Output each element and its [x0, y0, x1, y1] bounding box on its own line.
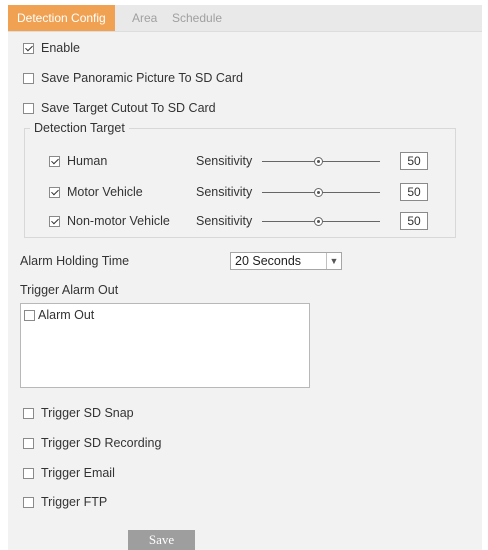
save-panoramic-row[interactable]: Save Panoramic Picture To SD Card [23, 71, 243, 85]
save-target-cutout-label: Save Target Cutout To SD Card [41, 101, 216, 115]
sensitivity-label: Sensitivity [196, 214, 253, 228]
alarm-holding-time-label: Alarm Holding Time [20, 254, 129, 268]
trigger-sd-snap-checkbox[interactable] [23, 407, 34, 419]
alarm-holding-time-text: Alarm Holding Time [20, 254, 130, 268]
save-target-cutout-checkbox[interactable] [23, 102, 34, 114]
tab-bar: Detection Config Area Schedule [8, 5, 482, 32]
tab-detection-config[interactable]: Detection Config [8, 5, 115, 31]
alarm-out-item[interactable]: Alarm Out [24, 308, 94, 322]
enable-label: Enable [41, 41, 80, 55]
sensitivity-input[interactable]: 50 [400, 212, 428, 230]
enable-row[interactable]: Enable [23, 41, 80, 55]
target-non-motor-vehicle-label: Non-motor Vehicle [67, 214, 170, 228]
alarm-out-label: Alarm Out [38, 308, 95, 322]
target-human-checkbox[interactable] [49, 155, 60, 167]
target-motor-vehicle-checkbox[interactable] [49, 186, 60, 198]
trigger-sd-recording-row[interactable]: Trigger SD Recording [23, 436, 161, 450]
trigger-email-checkbox[interactable] [23, 467, 34, 479]
target-non-motor-vehicle-checkbox[interactable] [49, 215, 60, 227]
trigger-ftp-label: Trigger FTP [41, 495, 108, 509]
sensitivity-slider-thumb[interactable] [314, 157, 323, 166]
tab-schedule[interactable]: Schedule [172, 5, 222, 31]
alarm-out-list: Alarm Out [20, 303, 310, 388]
tab-area[interactable]: Area [132, 5, 157, 31]
target-motor-vehicle-label: Motor Vehicle [67, 185, 143, 199]
sensitivity-slider-thumb[interactable] [314, 188, 323, 197]
trigger-email-label: Trigger Email [41, 466, 115, 480]
sensitivity-input[interactable]: 50 [400, 183, 428, 201]
sensitivity-label: Sensitivity [196, 185, 253, 199]
trigger-sd-recording-checkbox[interactable] [23, 437, 34, 449]
trigger-alarm-out-text: Trigger Alarm Out [20, 283, 119, 297]
trigger-email-row[interactable]: Trigger Email [23, 466, 115, 480]
save-panoramic-checkbox[interactable] [23, 72, 34, 84]
trigger-alarm-out-label: Trigger Alarm Out [20, 283, 118, 297]
chevron-down-icon[interactable]: ▼ [326, 253, 341, 269]
save-button[interactable]: Save [128, 530, 195, 550]
alarm-holding-time-value: 20 Seconds [235, 254, 302, 268]
save-target-cutout-row[interactable]: Save Target Cutout To SD Card [23, 101, 216, 115]
target-human-row[interactable]: Human [49, 154, 107, 168]
save-panoramic-label: Save Panoramic Picture To SD Card [41, 71, 243, 85]
target-non-motor-vehicle-row[interactable]: Non-motor Vehicle [49, 214, 170, 228]
target-human-label: Human [67, 154, 108, 168]
sensitivity-slider-thumb[interactable] [314, 217, 323, 226]
trigger-sd-recording-label: Trigger SD Recording [41, 436, 162, 450]
alarm-out-checkbox[interactable] [24, 309, 35, 321]
target-motor-vehicle-row[interactable]: Motor Vehicle [49, 185, 143, 199]
detection-target-legend: Detection Target [30, 121, 129, 135]
enable-checkbox[interactable] [23, 42, 34, 54]
trigger-sd-snap-row[interactable]: Trigger SD Snap [23, 406, 134, 420]
alarm-holding-time-select[interactable]: 20 Seconds ▼ [230, 252, 342, 270]
trigger-ftp-row[interactable]: Trigger FTP [23, 495, 107, 509]
trigger-sd-snap-label: Trigger SD Snap [41, 406, 134, 420]
trigger-ftp-checkbox[interactable] [23, 496, 34, 508]
sensitivity-label: Sensitivity [196, 154, 253, 168]
sensitivity-input[interactable]: 50 [400, 152, 428, 170]
